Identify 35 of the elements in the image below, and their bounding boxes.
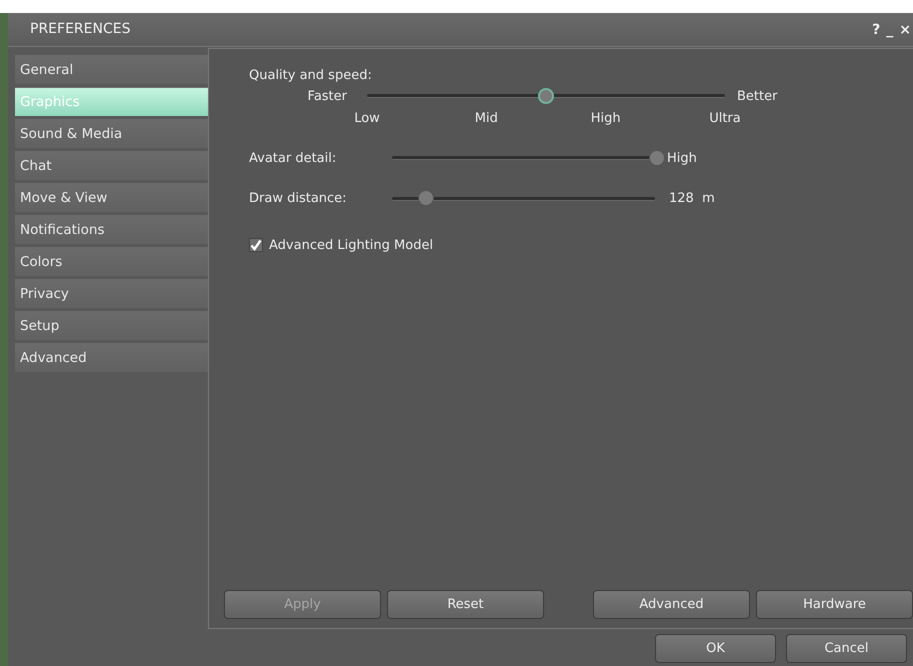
- tick-label: Low: [353, 110, 381, 128]
- sidebar-tab[interactable]: Sound & Media: [15, 119, 208, 148]
- button[interactable]: Advanced: [593, 590, 750, 619]
- sidebar-tab[interactable]: Chat: [15, 151, 208, 180]
- draw-distance-label: Draw distance:: [249, 190, 348, 208]
- draw-distance-reading: 128 m: [668, 190, 715, 208]
- close-button[interactable]: ×: [899, 22, 911, 36]
- sidebar-tab[interactable]: Advanced: [15, 343, 208, 372]
- button[interactable]: Hardware: [756, 590, 913, 619]
- quality-label: Quality and speed:: [249, 67, 373, 85]
- checkbox-label: Advanced Lighting Model: [269, 236, 434, 254]
- window-title: PREFERENCES: [30, 20, 132, 39]
- sidebar-tab[interactable]: Setup: [15, 311, 208, 340]
- min-label: Faster: [306, 88, 348, 106]
- sidebar-tab[interactable]: General: [15, 55, 208, 84]
- checkbox[interactable]: [249, 238, 263, 252]
- tick-label: Mid: [474, 110, 499, 128]
- tick-label: Ultra: [708, 110, 742, 128]
- slider-thumb[interactable]: [649, 150, 665, 166]
- sidebar-tab[interactable]: Colors: [15, 247, 208, 276]
- tick-label: High: [590, 110, 622, 128]
- button[interactable]: Reset: [387, 590, 544, 619]
- minimize-button[interactable]: _: [886, 22, 894, 36]
- slider-thumb[interactable]: [538, 88, 554, 104]
- check-icon: [250, 239, 262, 252]
- sidebar-tab[interactable]: Move & View: [15, 183, 208, 212]
- button[interactable]: Cancel: [786, 634, 907, 663]
- sidebar-tab[interactable]: Notifications: [15, 215, 208, 244]
- sidebar-tab[interactable]: Privacy: [15, 279, 208, 308]
- button[interactable]: OK: [655, 634, 776, 663]
- avatar-detail-label: Avatar detail:: [249, 150, 338, 168]
- avatar-detail-reading: High: [666, 150, 697, 168]
- slider-thumb[interactable]: [418, 190, 434, 206]
- help-button[interactable]: ?: [872, 22, 880, 36]
- max-label: Better: [736, 88, 778, 106]
